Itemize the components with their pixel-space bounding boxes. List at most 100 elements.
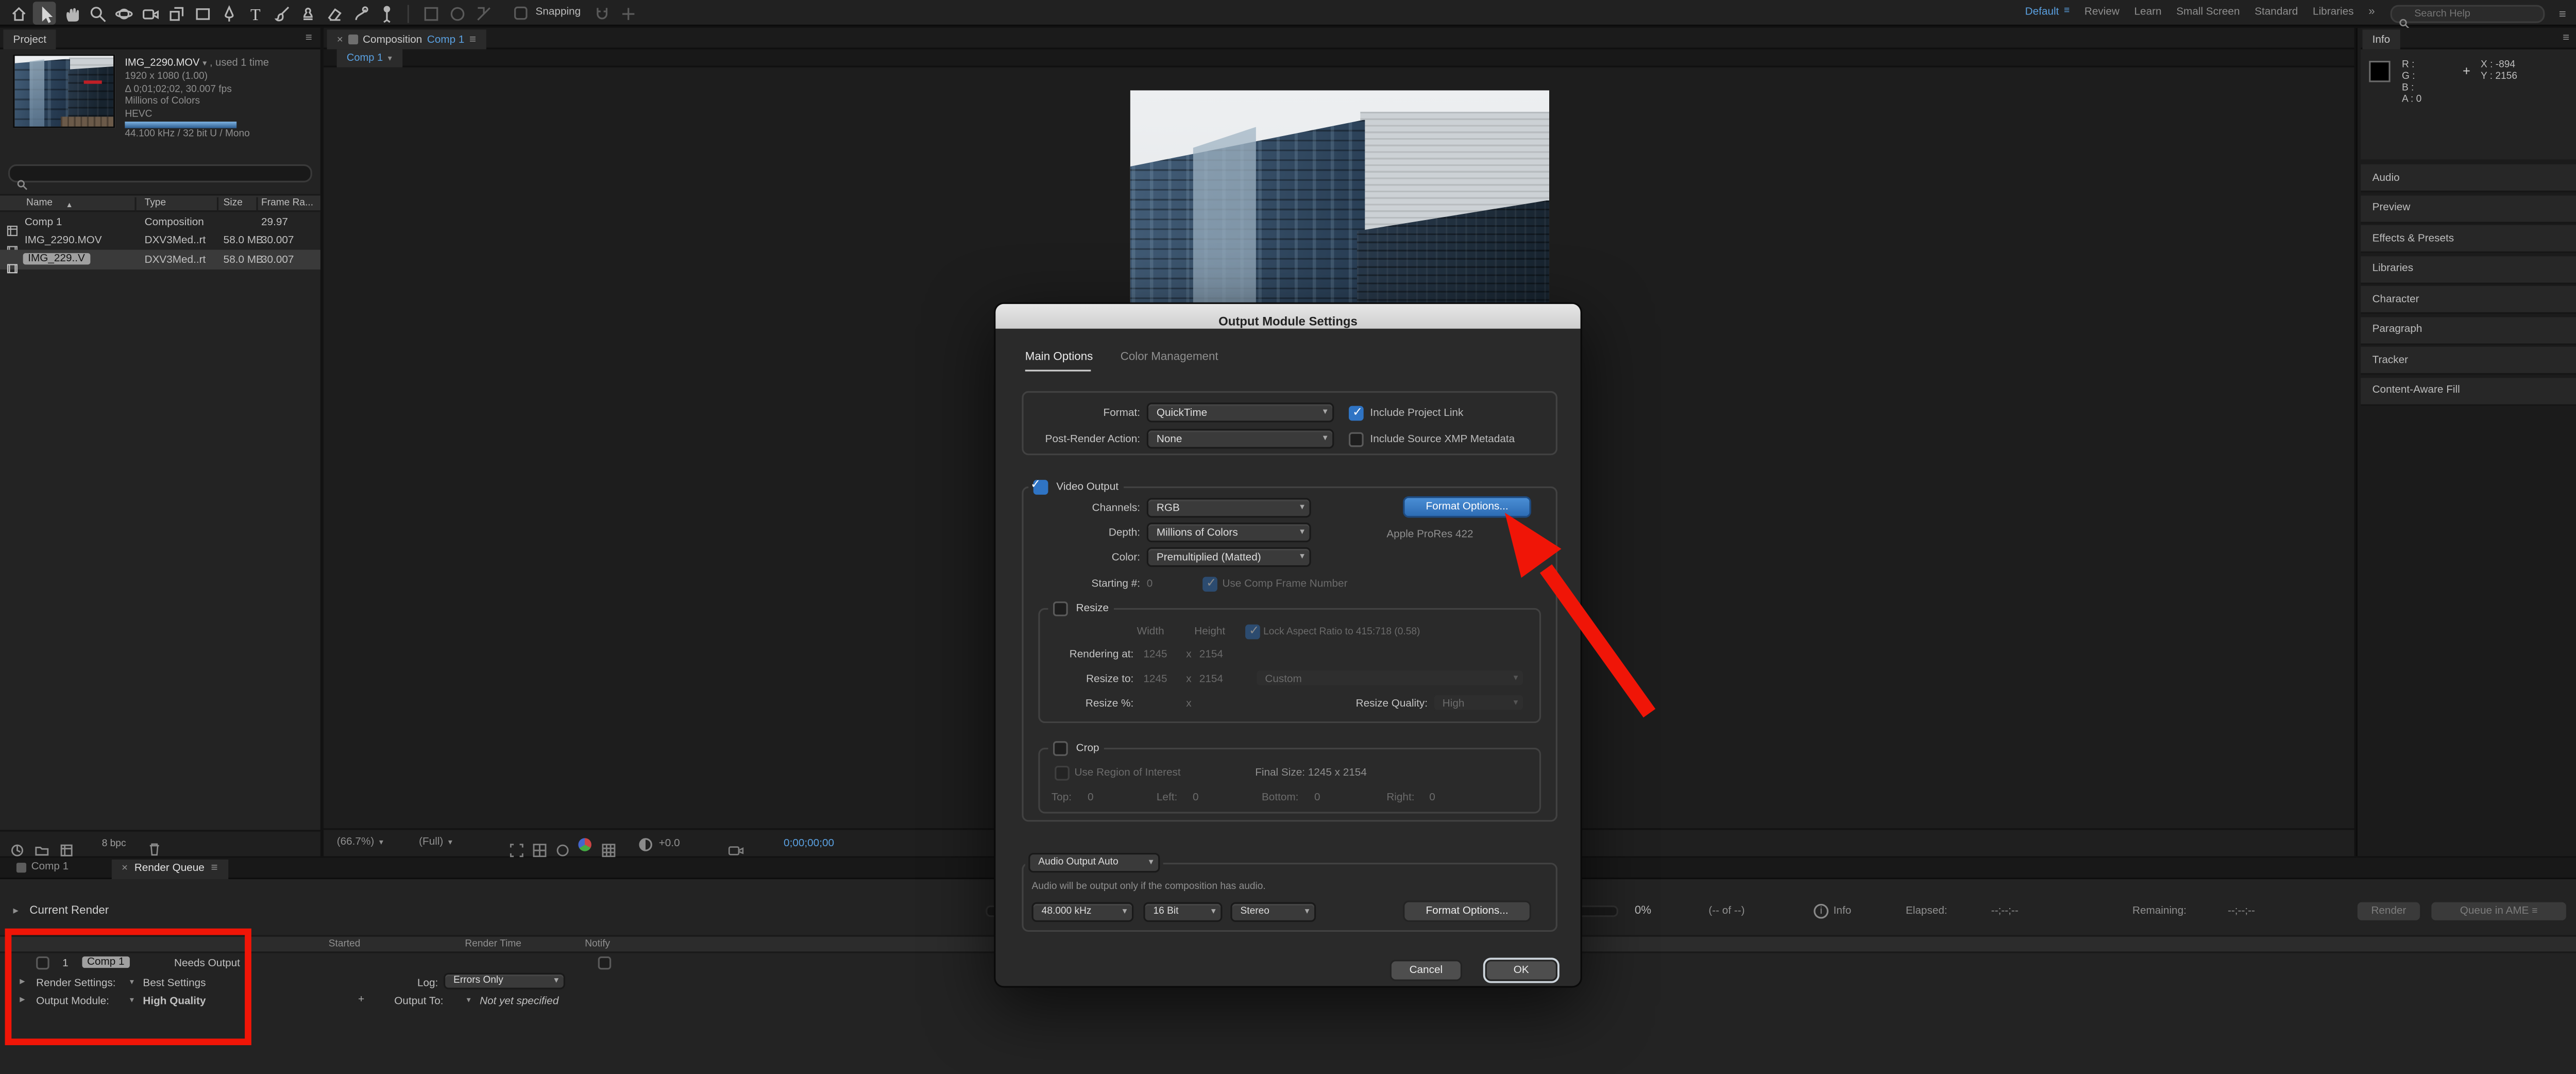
clone-stamp-tool-icon[interactable] — [296, 2, 319, 25]
output-to-value[interactable]: Not yet specified — [480, 996, 558, 1007]
rq-item-name[interactable]: Comp 1 — [82, 955, 130, 967]
audio-depth-dropdown[interactable]: 16 Bit ▾ — [1143, 902, 1223, 922]
pan-behind-tool-icon[interactable] — [164, 2, 188, 25]
table-row[interactable]: IMG_2290.MOV DXV3Med..rt 58.0 MB 30.007 — [0, 231, 320, 255]
ame-menu-icon[interactable]: ≡ — [2532, 907, 2537, 917]
hand-tool-icon[interactable] — [59, 2, 82, 25]
timecode[interactable]: 0;00;00;00 — [784, 838, 834, 851]
disclosure-icon[interactable]: ▸ — [20, 994, 25, 1007]
channel-icon[interactable] — [578, 837, 591, 851]
panel-effects-presets[interactable]: Effects & Presets — [2361, 225, 2576, 254]
post-render-dropdown[interactable]: None ▾ — [1146, 429, 1334, 449]
column-type[interactable]: Type — [145, 199, 166, 211]
project-bit-depth[interactable]: 8 bpc — [102, 839, 126, 851]
type-tool-icon[interactable]: T — [243, 2, 266, 25]
column-notify[interactable]: Notify — [585, 940, 610, 952]
tab-main-options[interactable]: Main Options — [1025, 351, 1093, 365]
sort-asc-icon[interactable]: ▲ — [66, 199, 73, 208]
render-button[interactable]: Render — [2355, 900, 2422, 922]
column-name[interactable]: Name — [26, 199, 53, 211]
exposure-icon[interactable] — [639, 837, 652, 851]
search-help-input[interactable] — [2414, 7, 2536, 19]
panel-preview[interactable]: Preview — [2361, 194, 2576, 223]
panel-character[interactable]: Character — [2361, 286, 2576, 314]
project-search-box[interactable] — [8, 164, 312, 190]
format-options-button[interactable]: Format Options... — [1403, 496, 1531, 518]
table-row-selected[interactable]: IMG_229..V DXV3Med..rt 58.0 MB 30.007 — [0, 249, 320, 274]
puppet-pin-tool-icon[interactable] — [375, 2, 398, 25]
workspace-default[interactable]: Default ≡ — [2025, 7, 2070, 20]
panel-tracker[interactable]: Tracker — [2361, 346, 2576, 375]
tab-composition[interactable]: × Composition Comp 1 ≡ — [327, 29, 486, 49]
workspace-overflow-icon[interactable]: » — [2368, 6, 2375, 20]
panel-content-aware-fill[interactable]: Content-Aware Fill — [2361, 377, 2576, 406]
home-icon[interactable] — [7, 2, 30, 25]
panel-libraries[interactable]: Libraries — [2361, 255, 2576, 284]
close-icon[interactable]: × — [122, 863, 128, 876]
audio-format-options-button[interactable]: Format Options... — [1403, 900, 1531, 922]
zoom-level-dropdown[interactable]: (66.7%) ▾ — [337, 836, 383, 849]
column-render-time[interactable]: Render Time — [465, 940, 521, 952]
depth-dropdown[interactable]: Millions of Colors ▾ — [1146, 523, 1311, 543]
disclosure-icon[interactable]: ▸ — [13, 905, 19, 918]
composition-panel-menu-icon[interactable]: ≡ — [469, 33, 476, 45]
audio-output-dropdown[interactable]: Audio Output Auto ▾ — [1028, 852, 1160, 873]
viewer-tab-comp1[interactable]: Comp 1 ▾ — [336, 49, 402, 68]
info-icon[interactable]: i — [1814, 903, 1829, 919]
search-help-box[interactable] — [2389, 4, 2545, 28]
video-output-checkbox[interactable] — [1033, 480, 1048, 495]
audio-rate-dropdown[interactable]: 48.000 kHz ▾ — [1031, 902, 1134, 922]
tab-color-management[interactable]: Color Management — [1121, 351, 1218, 365]
tab-render-queue[interactable]: × Render Queue ≡ — [111, 859, 228, 879]
selection-tool-icon[interactable] — [32, 2, 56, 25]
shape-tool-icon[interactable] — [191, 2, 214, 25]
color-dropdown[interactable]: Premultiplied (Matted) ▾ — [1146, 547, 1311, 567]
log-dropdown[interactable]: Errors Only ▾ — [443, 972, 565, 989]
caret-down-icon[interactable]: ▾ — [467, 996, 471, 1005]
channels-dropdown[interactable]: RGB ▾ — [1146, 498, 1311, 518]
include-xmp-checkbox[interactable] — [1348, 432, 1364, 447]
add-output-module-icon[interactable]: + — [358, 994, 364, 1005]
resolution-dropdown[interactable]: (Full) ▾ — [419, 836, 452, 849]
footage-name[interactable]: IMG_2290.MOV — [125, 58, 199, 69]
audio-channels-dropdown[interactable]: Stereo ▾ — [1230, 902, 1316, 922]
table-row[interactable]: Comp 1 Composition 29.97 — [0, 212, 320, 237]
toolbar-menu-icon[interactable]: ≡ — [2559, 6, 2566, 21]
caret-down-icon[interactable]: ▾ — [130, 978, 134, 987]
rq-notify-checkbox[interactable] — [598, 956, 612, 970]
dialog-title-bar[interactable]: Output Module Settings — [995, 304, 1581, 329]
include-project-link-checkbox[interactable] — [1348, 405, 1364, 421]
workspace-libraries[interactable]: Libraries — [2313, 7, 2354, 20]
current-render-label[interactable]: Current Render — [29, 904, 109, 916]
orbit-camera-tool-icon[interactable] — [112, 2, 135, 25]
format-dropdown[interactable]: QuickTime ▾ — [1146, 402, 1334, 423]
workspace-review[interactable]: Review — [2084, 7, 2120, 20]
column-frame-rate[interactable]: Frame Ra... — [261, 199, 313, 211]
rq-item-checkbox[interactable] — [36, 956, 49, 970]
snapping-checkbox[interactable] — [514, 6, 528, 20]
tab-info[interactable]: Info — [2362, 29, 2400, 49]
roto-brush-tool-icon[interactable] — [348, 2, 371, 25]
workspace-small-screen[interactable]: Small Screen — [2176, 7, 2240, 20]
info-panel-menu-icon[interactable]: ≡ — [2563, 33, 2569, 47]
snapping-option-icon[interactable] — [590, 2, 614, 25]
panel-audio[interactable]: Audio — [2361, 164, 2576, 193]
resize-checkbox[interactable] — [1053, 601, 1068, 616]
exposure-value[interactable]: +0.0 — [659, 838, 680, 851]
workspace-menu-icon[interactable]: ≡ — [2064, 7, 2070, 19]
panel-paragraph[interactable]: Paragraph — [2361, 316, 2576, 345]
caret-down-icon[interactable]: ▾ — [130, 996, 134, 1005]
column-size[interactable]: Size — [224, 199, 243, 211]
footage-name-caret-icon[interactable]: ▾ — [202, 59, 207, 69]
render-info-label[interactable]: Info — [1834, 905, 1852, 918]
project-panel-menu-icon[interactable]: ≡ — [306, 33, 312, 47]
pen-tool-icon[interactable] — [217, 2, 240, 25]
ok-button[interactable]: OK — [1485, 960, 1557, 981]
viewer-tab-caret-icon[interactable]: ▾ — [388, 54, 392, 63]
zoom-tool-icon[interactable] — [86, 2, 109, 25]
footage-thumbnail[interactable] — [13, 54, 115, 128]
tab-project[interactable]: Project — [3, 29, 57, 49]
render-settings-value[interactable]: Best Settings — [143, 978, 206, 989]
close-icon[interactable]: × — [337, 33, 343, 45]
crop-checkbox[interactable] — [1053, 741, 1068, 756]
